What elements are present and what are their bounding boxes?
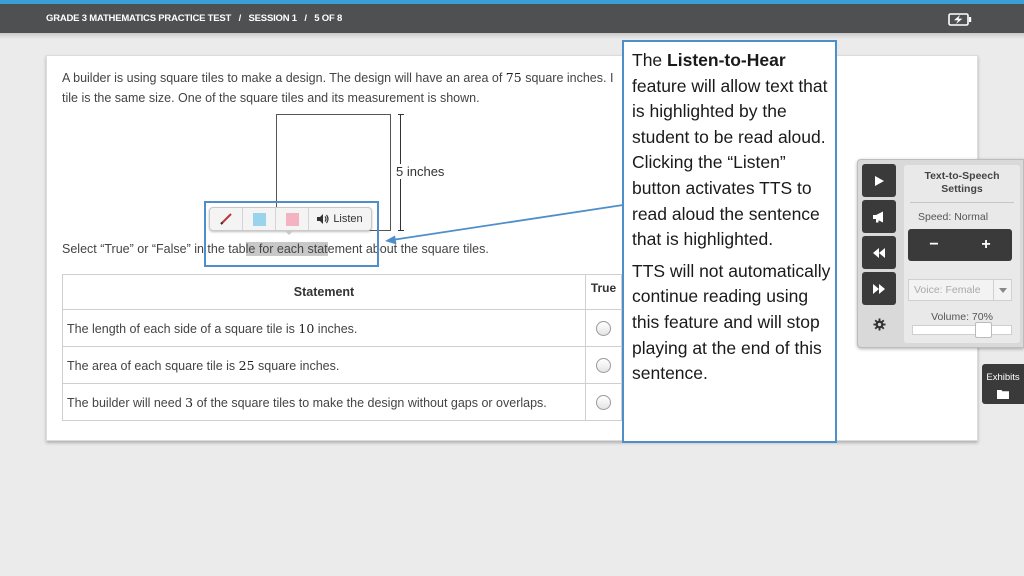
rewind-icon [873,247,885,258]
feature-name: Listen-to-Hear [667,50,786,70]
play-icon [875,175,884,186]
true-cell [585,383,622,421]
megaphone-icon [873,211,883,222]
breadcrumb-separator: / [304,13,307,24]
listen-to-hear-callout: The Listen-to-Hear feature will allow te… [622,40,837,443]
volume-slider[interactable] [912,322,1012,338]
table-row: The builder will need 3 of the square ti… [62,383,622,421]
rewind-button[interactable] [862,236,896,269]
top-bar: GRADE 3 MATHEMATICS PRACTICE TEST / SESS… [0,0,1024,33]
true-header: True [585,274,622,310]
table-row: The length of each side of a square tile… [62,309,622,347]
true-radio[interactable] [596,394,611,410]
tts-panel: Text-to-Speech Settings Speed: Normal − … [857,159,1024,348]
table-row: The area of each square tile is 25 squar… [62,346,622,384]
tts-settings-title: Text-to-Speech Settings [924,170,1000,195]
session-label: SESSION 1 [248,13,298,24]
header-shadow [0,33,1024,39]
fast-forward-icon [873,283,885,294]
true-radio[interactable] [596,320,611,336]
gear-icon [872,318,886,331]
settings-button[interactable] [862,308,896,341]
voice-select[interactable]: Voice: Female [908,279,1012,301]
speed-decrease-button[interactable]: − [908,229,960,261]
true-cell [585,309,622,347]
exhibits-label: Exhibits [986,372,1020,383]
tts-settings: Text-to-Speech Settings Speed: Normal − … [904,165,1020,343]
statement-cell: The length of each side of a square tile… [62,309,586,347]
callout-paragraph-1: The Listen-to-Hear feature will allow te… [632,50,828,250]
breadcrumb: GRADE 3 MATHEMATICS PRACTICE TEST / SESS… [46,13,347,24]
true-cell [585,346,622,384]
breadcrumb-separator: / [238,13,242,24]
listen-label: Listen [333,213,363,225]
pink-swatch [285,212,299,226]
speed-stepper: − + [908,229,1012,261]
chevron-down-icon [993,280,1011,300]
divider [910,202,1014,203]
instruction-text[interactable]: Select “True” or “False” in the table fo… [62,242,489,256]
pen-button[interactable] [210,208,243,230]
battery-charging-icon [948,13,972,26]
toolbar-caret [284,230,294,235]
question-position: 5 OF 8 [314,13,343,24]
volume-label: Volume: 70% [931,311,993,323]
speed-label: Speed: Normal [918,211,989,223]
highlight-pink-button[interactable] [276,208,309,230]
statements-table: Statement True The length of each side o… [62,274,622,421]
volume-slider-thumb[interactable] [974,322,992,338]
test-title: GRADE 3 MATHEMATICS PRACTICE TEST [46,13,232,24]
speaker-icon [317,214,329,224]
callout-paragraph-2: TTS will not automatically continue read… [632,260,831,384]
question-line-1: A builder is using square tiles to make … [62,70,614,85]
blue-swatch [252,212,266,226]
listen-button[interactable]: Listen [309,208,371,230]
dimension-label: 5 inches [394,164,447,179]
highlighted-text: le for each stat [245,242,328,256]
highlight-toolbar: Listen [209,207,372,231]
exhibits-button[interactable]: Exhibits [982,364,1024,404]
question-text[interactable]: A builder is using square tiles to make … [62,68,662,108]
tts-controls [862,164,897,344]
voice-label: Voice: Female [914,284,981,296]
statement-cell: The builder will need 3 of the square ti… [62,383,586,421]
area-value: 75 [505,70,522,85]
speed-increase-button[interactable]: + [960,229,1012,261]
statement-cell: The area of each square tile is 25 squar… [62,346,586,384]
speak-button[interactable] [862,200,896,233]
folder-icon [997,390,1009,399]
fast-forward-button[interactable] [862,272,896,305]
highlight-blue-button[interactable] [243,208,276,230]
table-header-row: Statement True [62,274,622,310]
question-line-2: tile is the same size. One of the square… [62,91,480,105]
play-button[interactable] [862,164,896,197]
pen-icon [220,213,232,225]
true-radio[interactable] [596,357,611,373]
statement-header: Statement [62,274,586,310]
